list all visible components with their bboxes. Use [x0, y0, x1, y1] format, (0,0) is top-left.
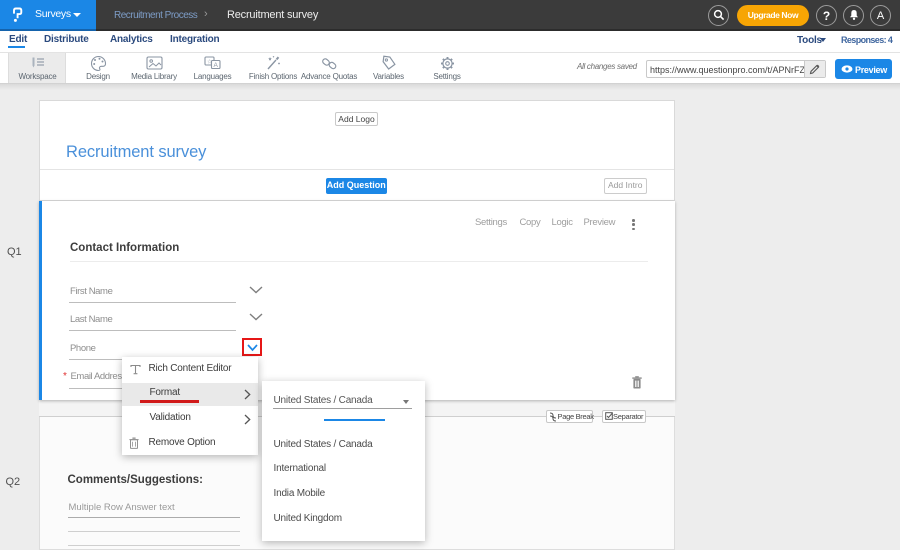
svg-text:A: A [214, 62, 219, 69]
